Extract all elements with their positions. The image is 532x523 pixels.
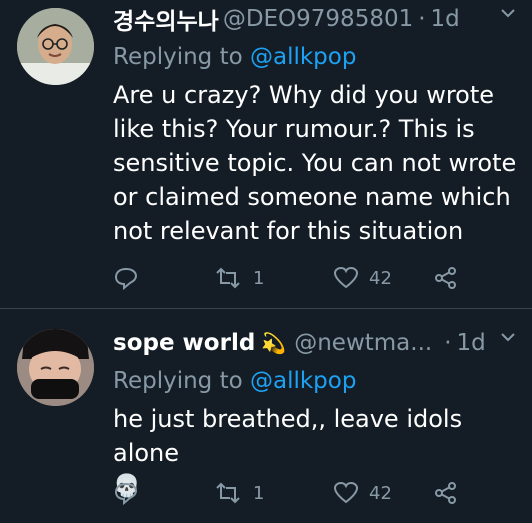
separator-dot: · [444, 330, 452, 356]
chevron-down-icon[interactable] [500, 8, 516, 18]
share-icon [435, 267, 456, 289]
sparkle-emoji-icon: 💫 [261, 331, 287, 355]
share-button[interactable] [433, 266, 459, 290]
user-handle[interactable]: @newtma... [294, 330, 432, 356]
separator-dot: · [418, 6, 426, 32]
retweet-icon [216, 482, 240, 504]
replying-to-label: Replying to [113, 368, 243, 394]
tweet-actions: 1 42 [113, 264, 492, 292]
avatar[interactable] [17, 8, 94, 85]
like-button[interactable]: 42 [333, 481, 433, 505]
share-button[interactable] [433, 481, 459, 505]
user-handle[interactable]: @DEO97985801 [223, 6, 413, 32]
reply-icon [114, 267, 138, 290]
tweet-actions: 1 42 [113, 479, 492, 507]
retweet-count: 1 [253, 267, 265, 289]
replying-to-label: Replying to [113, 44, 243, 70]
retweet-button[interactable]: 1 [213, 266, 333, 290]
retweet-button[interactable]: 1 [213, 481, 333, 505]
tweet-header: sope world 💫 @newtma... · 1d [113, 326, 522, 360]
timestamp[interactable]: 1d [431, 6, 460, 32]
mention-link[interactable]: @allkpop [250, 368, 356, 394]
tweet-text: Are u crazy? Why did you wrote like this… [113, 81, 517, 245]
reply-button[interactable] [113, 481, 213, 505]
like-count: 42 [369, 267, 392, 289]
avatar[interactable] [17, 329, 94, 406]
chevron-down-icon[interactable] [500, 332, 516, 342]
retweet-icon [216, 267, 240, 289]
tweet-content: sope world 💫 @newtma... · 1d Replying to… [113, 326, 522, 504]
replying-to: Replying to @allkpop [113, 364, 522, 398]
tweet-1[interactable]: 경수의누나 @DEO97985801 · 1d Replying to @all… [0, 0, 532, 308]
avatar-photo [17, 329, 94, 406]
tweet-text-line: he just breathed,, leave idols alone [113, 405, 463, 467]
retweet-count: 1 [253, 482, 265, 504]
heart-icon [333, 481, 359, 504]
like-count: 42 [369, 482, 392, 504]
timestamp[interactable]: 1d [457, 330, 486, 356]
like-button[interactable]: 42 [333, 266, 433, 290]
tweet-header: 경수의누나 @DEO97985801 · 1d [113, 2, 522, 36]
mention-link[interactable]: @allkpop [250, 44, 356, 70]
heart-icon [333, 266, 359, 289]
replying-to: Replying to @allkpop [113, 40, 522, 74]
share-icon [435, 482, 456, 504]
reply-icon [114, 482, 138, 505]
tweet-2[interactable]: sope world 💫 @newtma... · 1d Replying to… [0, 309, 532, 523]
avatar-photo [17, 8, 94, 85]
display-name[interactable]: 경수의누나 [113, 2, 219, 36]
display-name[interactable]: sope world [113, 330, 255, 356]
tweet-content: 경수의누나 @DEO97985801 · 1d Replying to @all… [113, 2, 522, 248]
reply-button[interactable] [113, 266, 213, 290]
